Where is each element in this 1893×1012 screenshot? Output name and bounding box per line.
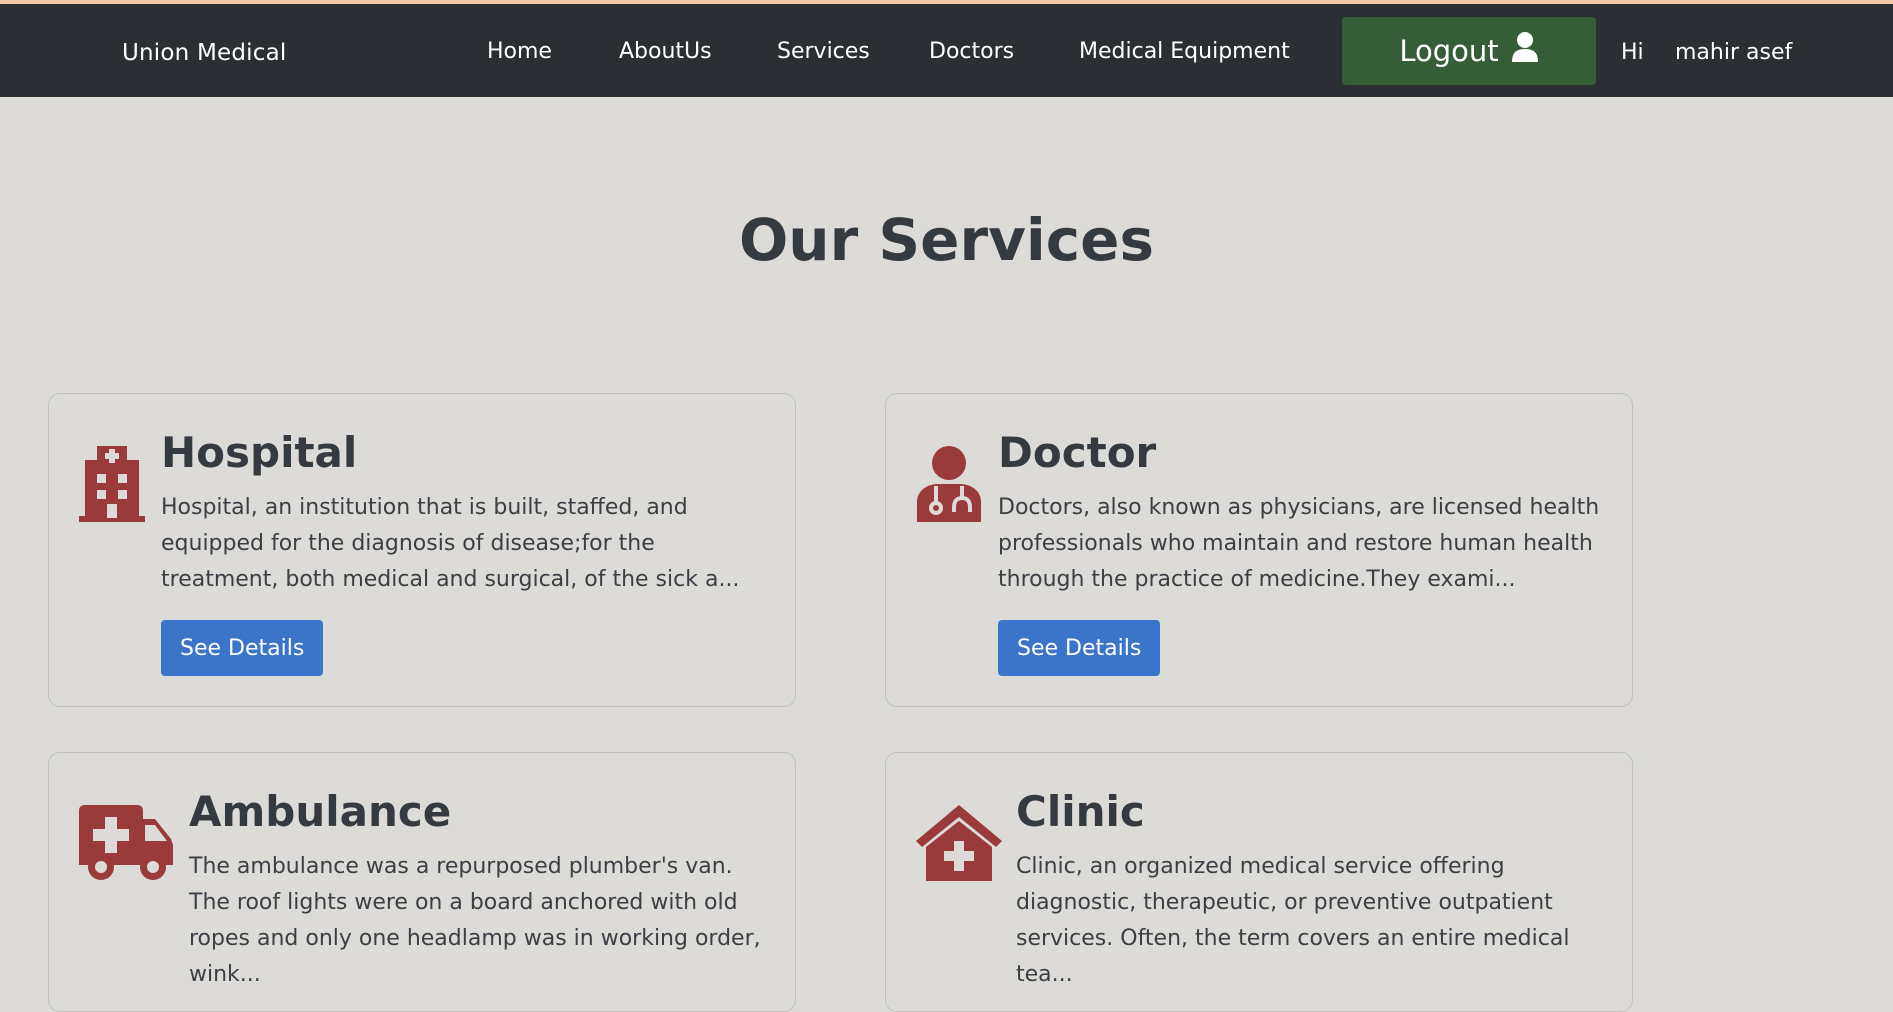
nav-home[interactable]: Home (487, 39, 552, 64)
service-description: Hospital, an institution that is built, … (161, 495, 740, 592)
service-title: Clinic (1016, 787, 1145, 836)
see-details-button[interactable]: See Details (161, 620, 324, 676)
logout-button[interactable]: Logout (1342, 17, 1596, 85)
nav-medical-equipment[interactable]: Medical Equipment (1079, 39, 1290, 64)
nav-about-us[interactable]: AboutUs (619, 39, 712, 64)
see-details-button[interactable]: See Details (998, 620, 1161, 676)
user-icon (1511, 31, 1539, 71)
service-description: The ambulance was a repurposed plumber's… (189, 854, 761, 987)
logout-label: Logout (1399, 34, 1499, 68)
service-card-clinic: Clinic Clinic, an organized medical serv… (885, 752, 1633, 1012)
hospital-icon (79, 446, 145, 526)
service-card-ambulance: Ambulance The ambulance was a repurposed… (48, 752, 796, 1012)
doctor-icon (916, 446, 982, 526)
service-description: Doctors, also known as physicians, are l… (998, 495, 1600, 592)
service-title: Ambulance (189, 787, 452, 836)
service-title: Hospital (161, 428, 358, 477)
greeting-text: Hi (1621, 40, 1644, 65)
nav-services[interactable]: Services (777, 39, 870, 64)
service-description: Clinic, an organized medical service off… (1016, 854, 1570, 987)
service-card-doctor: Doctor Doctors, also known as physicians… (885, 393, 1633, 707)
service-title: Doctor (998, 428, 1157, 477)
clinic-icon (916, 805, 1002, 885)
navbar: Union Medical Home AboutUs Services Doct… (0, 4, 1893, 97)
ambulance-icon (79, 805, 173, 885)
nav-doctors[interactable]: Doctors (929, 39, 1014, 64)
brand-link[interactable]: Union Medical (122, 40, 286, 66)
page-title: Our Services (738, 206, 1155, 274)
service-card-hospital: Hospital Hospital, an institution that i… (48, 393, 796, 707)
username-text: mahir asef (1675, 40, 1793, 65)
